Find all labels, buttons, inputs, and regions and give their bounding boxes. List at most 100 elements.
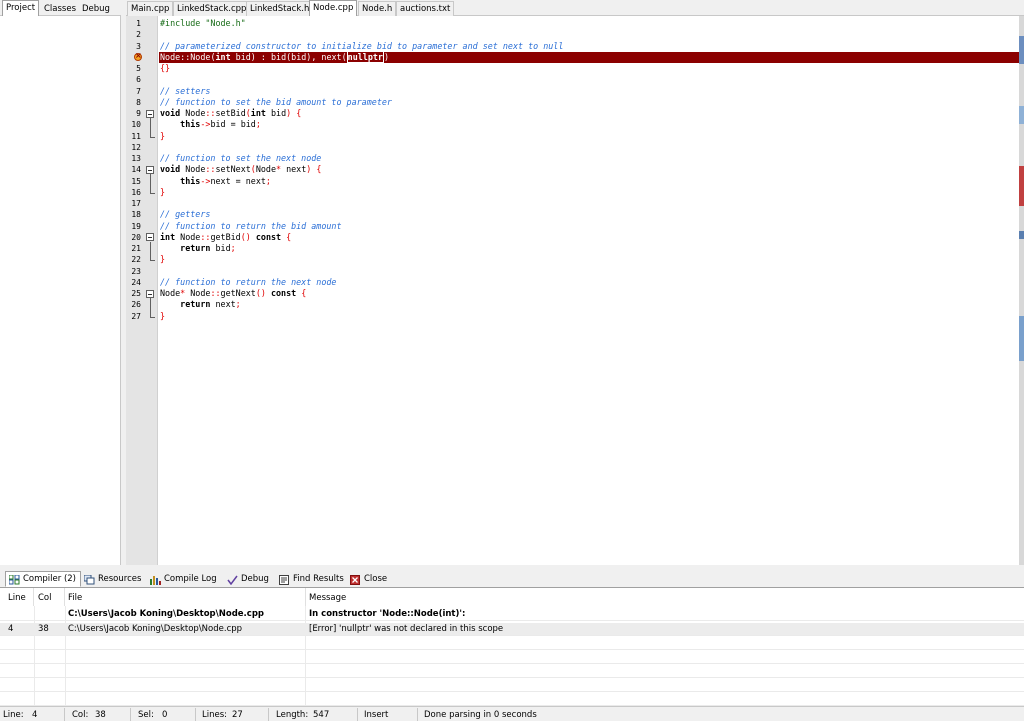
- line-number: 3: [136, 41, 141, 51]
- table-row[interactable]: 4 38 C:\Users\Jacob Koning\Desktop\Node.…: [0, 623, 1024, 636]
- code-area[interactable]: #include "Node.h" // parameterized constr…: [159, 16, 1019, 565]
- code-line[interactable]: this->bid = bid;: [159, 119, 1019, 130]
- tab-compile-log[interactable]: Compile Log: [146, 571, 222, 587]
- resources-icon: [84, 575, 95, 585]
- line-number: 10: [131, 120, 141, 130]
- tab-compiler-label: Compiler (2): [23, 574, 77, 584]
- row-line: 4: [8, 624, 14, 634]
- col-header-message[interactable]: Message: [301, 588, 1024, 606]
- tab-debug-panel-label: Debug: [241, 574, 269, 584]
- code-line[interactable]: #include "Node.h": [159, 18, 1019, 29]
- code-line[interactable]: Node* Node::getNext() const {: [159, 288, 1019, 299]
- tab-compile-log-label: Compile Log: [164, 574, 217, 584]
- code-line[interactable]: // function to set the bid amount to par…: [159, 97, 1019, 108]
- line-number: 6: [136, 75, 141, 85]
- line-number: 23: [131, 266, 141, 276]
- code-line[interactable]: this->next = next;: [159, 176, 1019, 187]
- line-number: 25: [131, 289, 141, 298]
- table-row-empty: [0, 651, 1024, 664]
- table-row[interactable]: C:\Users\Jacob Koning\Desktop\Node.cpp I…: [0, 608, 1024, 621]
- table-row-empty: [0, 665, 1024, 678]
- code-line[interactable]: int Node::getBid() const {: [159, 232, 1019, 243]
- line-number: 9: [136, 109, 141, 118]
- col-header-line[interactable]: Line: [0, 588, 34, 606]
- line-number: 27: [131, 311, 141, 321]
- code-line[interactable]: // function to return the bid amount: [159, 221, 1019, 232]
- tab-debug[interactable]: Debug: [78, 1, 114, 16]
- table-row-empty: [0, 693, 1024, 706]
- tab-linkedstack-cpp[interactable]: LinkedStack.cpp: [173, 1, 251, 16]
- code-line[interactable]: }: [159, 254, 1019, 265]
- status-line-value: 4: [32, 710, 38, 720]
- code-line[interactable]: // function to set the next node: [159, 153, 1019, 164]
- tab-auctions-txt[interactable]: auctions.txt: [396, 1, 455, 16]
- tab-node-cpp[interactable]: Node.cpp: [309, 0, 358, 17]
- fold-toggle-icon[interactable]: [146, 109, 154, 118]
- code-line[interactable]: return next;: [159, 299, 1019, 310]
- code-line[interactable]: [159, 74, 1019, 85]
- status-message: Done parsing in 0 seconds: [424, 710, 537, 720]
- table-row-empty: [0, 637, 1024, 650]
- code-line[interactable]: }: [159, 131, 1019, 142]
- line-number: 11: [131, 131, 141, 141]
- line-number: 13: [131, 154, 141, 163]
- code-line[interactable]: [159, 266, 1019, 277]
- fold-toggle-icon[interactable]: [146, 289, 154, 298]
- line-number: 7: [136, 86, 141, 96]
- compile-log-icon: [150, 576, 161, 585]
- fold-toggle-icon[interactable]: [146, 165, 154, 174]
- line-number: 26: [131, 300, 141, 310]
- editor-tab-bar: Main.cpp LinkedStack.cpp LinkedStack.h N…: [126, 0, 1024, 17]
- code-editor[interactable]: 1235678910111213141516171819202122232425…: [126, 16, 1019, 565]
- code-line[interactable]: void Node::setNext(Node* next) {: [159, 164, 1019, 175]
- tab-close[interactable]: Close: [346, 571, 392, 587]
- tab-resources[interactable]: Resources: [80, 571, 146, 587]
- tab-main-cpp[interactable]: Main.cpp: [127, 1, 174, 16]
- code-line[interactable]: }: [159, 311, 1019, 322]
- line-number: 12: [131, 142, 141, 152]
- code-line[interactable]: // setters: [159, 86, 1019, 97]
- code-line[interactable]: [159, 142, 1019, 153]
- tab-linkedstack-h[interactable]: LinkedStack.h: [246, 1, 314, 16]
- compiler-icon: [9, 575, 20, 585]
- line-number: 2: [136, 30, 141, 40]
- code-line-error[interactable]: Node::Node(int bid) : bid(bid), next(nul…: [159, 50, 1019, 63]
- find-results-icon: [279, 575, 289, 585]
- fold-toggle-icon[interactable]: [146, 233, 154, 242]
- line-number: 22: [131, 255, 141, 265]
- line-number: 8: [136, 97, 141, 107]
- code-line[interactable]: return bid;: [159, 243, 1019, 254]
- status-sel-value: 0: [162, 710, 168, 720]
- line-number-gutter[interactable]: 1235678910111213141516171819202122232425…: [126, 16, 158, 565]
- line-number: 20: [131, 232, 141, 242]
- line-number: 19: [131, 221, 141, 231]
- code-line[interactable]: // function to return the next node: [159, 277, 1019, 288]
- code-line[interactable]: {}: [159, 63, 1019, 74]
- tab-node-h[interactable]: Node.h: [358, 1, 397, 16]
- code-line[interactable]: // getters: [159, 209, 1019, 220]
- status-lines-label: Lines:: [202, 710, 228, 720]
- table-row-empty: [0, 679, 1024, 692]
- code-line[interactable]: // parameterized constructor to initiali…: [159, 41, 1019, 52]
- left-panel-tabs: Project Classes Debug: [0, 0, 121, 17]
- status-lines-value: 27: [232, 710, 243, 720]
- compiler-messages-table[interactable]: Line Col File Message C:\Users\Jacob Kon…: [0, 587, 1024, 707]
- editor-scroll-overview[interactable]: [1019, 16, 1024, 565]
- tab-debug-panel[interactable]: Debug: [223, 571, 274, 587]
- col-header-file[interactable]: File: [60, 588, 306, 606]
- tab-classes[interactable]: Classes: [40, 1, 80, 16]
- code-line[interactable]: [159, 29, 1019, 40]
- line-number: 18: [131, 210, 141, 220]
- status-length-label: Length:: [276, 710, 309, 720]
- code-line[interactable]: void Node::setBid(int bid) {: [159, 108, 1019, 119]
- tab-project[interactable]: Project: [2, 0, 40, 17]
- error-marker-icon[interactable]: [134, 51, 142, 62]
- project-tree-panel[interactable]: [0, 16, 121, 565]
- status-line-label: Line:: [3, 710, 24, 720]
- tab-compiler[interactable]: Compiler (2): [5, 571, 82, 587]
- code-line[interactable]: }: [159, 187, 1019, 198]
- row-message: [Error] 'nullptr' was not declared in th…: [309, 624, 504, 634]
- status-sel-label: Sel:: [138, 710, 154, 720]
- code-line[interactable]: [159, 198, 1019, 209]
- tab-find-results[interactable]: Find Results: [275, 571, 349, 587]
